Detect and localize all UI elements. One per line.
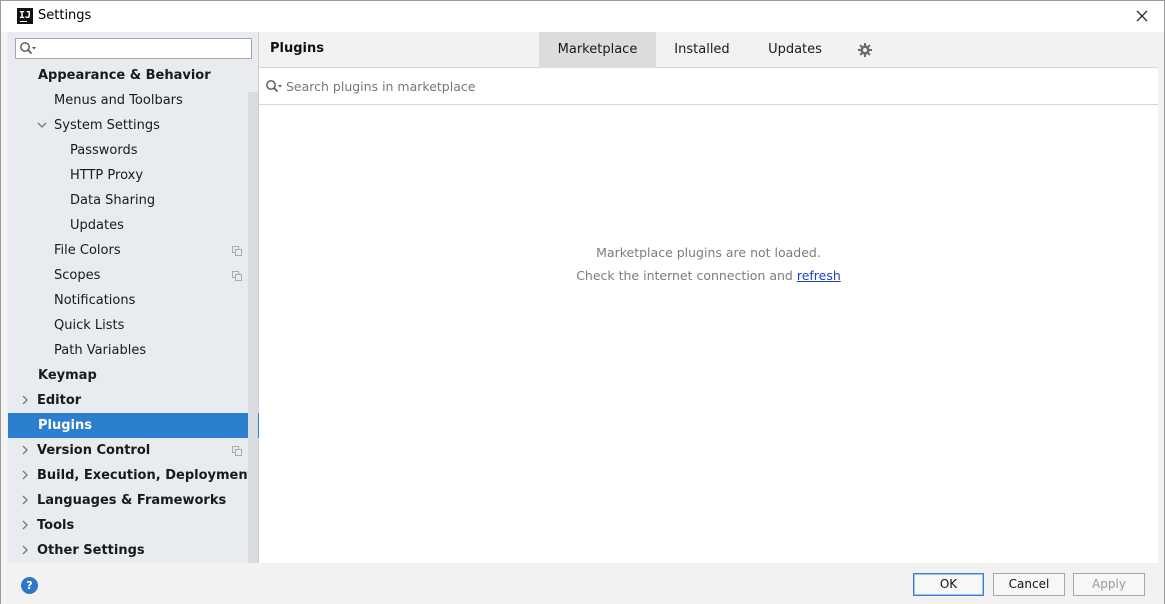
sidebar-item-label: Passwords <box>70 143 138 158</box>
sidebar-item-menus-and-toolbars[interactable]: Menus and Toolbars <box>8 88 259 113</box>
dialog-footer: ? OK Cancel Apply <box>1 563 1164 604</box>
settings-dialog: IJ Settings Appearance & Behavior Menus a… <box>0 0 1165 604</box>
sidebar-item-other-settings[interactable]: Other Settings <box>8 538 259 563</box>
project-scope-icon <box>232 271 242 281</box>
sidebar-item-data-sharing[interactable]: Data Sharing <box>8 188 259 213</box>
sidebar-item-label: Editor <box>37 393 82 408</box>
sidebar-item-notifications[interactable]: Notifications <box>8 288 259 313</box>
sidebar-item-editor[interactable]: Editor <box>8 388 259 413</box>
sidebar-item-plugins[interactable]: Plugins <box>8 413 259 438</box>
apply-button[interactable]: Apply <box>1073 573 1145 596</box>
app-icon-letters: IJ <box>18 10 32 21</box>
sidebar-item-label: Menus and Toolbars <box>54 93 183 108</box>
page-title: Plugins <box>270 41 324 56</box>
sidebar-item-label: Other Settings <box>37 543 145 558</box>
sidebar-item-languages-and-frameworks[interactable]: Languages & Frameworks <box>8 488 259 513</box>
sidebar-item-scopes[interactable]: Scopes <box>8 263 259 288</box>
settings-sidebar: Appearance & Behavior Menus and Toolbars S… <box>8 32 259 563</box>
tab-updates[interactable]: Updates <box>748 32 842 68</box>
settings-search-box[interactable] <box>15 38 252 59</box>
sidebar-item-tools[interactable]: Tools <box>8 513 259 538</box>
sidebar-item-label: Plugins <box>38 418 92 433</box>
plugin-search-bar[interactable] <box>259 68 1158 105</box>
sidebar-item-updates[interactable]: Updates <box>8 213 259 238</box>
chevron-right-icon[interactable] <box>20 395 30 405</box>
window-title: Settings <box>38 8 92 23</box>
sidebar-item-label: Notifications <box>54 293 136 308</box>
sidebar-item-label: Appearance & Behavior <box>38 68 211 83</box>
sidebar-item-http-proxy[interactable]: HTTP Proxy <box>8 163 259 188</box>
sidebar-item-build-execution-deployment[interactable]: Build, Execution, Deployment <box>8 463 259 488</box>
chevron-right-icon[interactable] <box>20 445 30 455</box>
sidebar-item-appearance-and-behavior[interactable]: Appearance & Behavior <box>8 63 259 88</box>
title-bar: IJ Settings <box>1 1 1164 32</box>
plugins-header: Plugins Marketplace Installed Updates <box>259 32 1158 68</box>
chevron-down-icon[interactable] <box>37 120 47 130</box>
sidebar-item-label: System Settings <box>54 118 160 133</box>
chevron-right-icon[interactable] <box>20 545 30 555</box>
chevron-right-icon[interactable] <box>20 520 30 530</box>
chevron-right-icon[interactable] <box>20 470 30 480</box>
sidebar-item-label: Data Sharing <box>70 193 156 208</box>
plugin-search-input[interactable] <box>286 77 886 95</box>
not-loaded-message: Marketplace plugins are not loaded. <box>596 245 821 260</box>
tab-installed[interactable]: Installed <box>656 32 748 68</box>
sidebar-item-label: Languages & Frameworks <box>37 493 227 508</box>
sidebar-item-label: Path Variables <box>54 343 147 358</box>
chevron-right-icon[interactable] <box>20 495 30 505</box>
help-button[interactable]: ? <box>21 577 38 594</box>
sidebar-item-label: Updates <box>70 218 124 233</box>
sidebar-item-label: Scopes <box>54 268 101 283</box>
sidebar-item-label: File Colors <box>54 243 121 258</box>
sidebar-item-label: Quick Lists <box>54 318 125 333</box>
gear-icon[interactable] <box>857 42 873 58</box>
sidebar-scrollbar[interactable] <box>248 92 258 563</box>
sidebar-item-label: Keymap <box>38 368 97 383</box>
tab-marketplace[interactable]: Marketplace <box>539 32 656 68</box>
ok-button[interactable]: OK <box>913 573 984 596</box>
project-scope-icon <box>232 246 242 256</box>
sidebar-item-label: Build, Execution, Deployment <box>37 468 254 483</box>
sidebar-item-label: HTTP Proxy <box>70 168 144 183</box>
sidebar-item-version-control[interactable]: Version Control <box>8 438 259 463</box>
sidebar-item-label: Version Control <box>37 443 151 458</box>
sidebar-item-file-colors[interactable]: File Colors <box>8 238 259 263</box>
sidebar-item-passwords[interactable]: Passwords <box>8 138 259 163</box>
sidebar-item-system-settings[interactable]: System Settings <box>8 113 259 138</box>
search-icon <box>266 80 282 93</box>
sidebar-item-quick-lists[interactable]: Quick Lists <box>8 313 259 338</box>
project-scope-icon <box>232 446 242 456</box>
sidebar-item-path-variables[interactable]: Path Variables <box>8 338 259 363</box>
plugins-panel: Plugins Marketplace Installed Updates Se… <box>259 32 1158 563</box>
search-icon <box>20 42 36 55</box>
connection-message: Check the internet connection and refres… <box>259 268 1158 283</box>
settings-search-input[interactable] <box>38 40 248 57</box>
connection-message-text: Check the internet connection and <box>576 268 797 283</box>
sidebar-item-keymap[interactable]: Keymap <box>8 363 259 388</box>
close-icon[interactable] <box>1132 6 1152 26</box>
refresh-link[interactable]: refresh <box>797 268 841 283</box>
sidebar-item-label: Tools <box>37 518 75 533</box>
intellij-app-icon: IJ <box>17 8 33 24</box>
cancel-button[interactable]: Cancel <box>993 573 1065 596</box>
